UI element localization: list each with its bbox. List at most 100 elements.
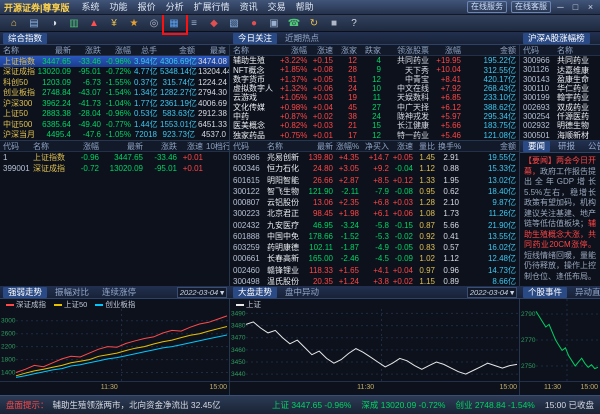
- funds-icon[interactable]: ¥: [104, 16, 124, 31]
- tab-5[interactable]: 资讯: [236, 1, 262, 13]
- table-row[interactable]: 000807云铝股份13.06+2.35+6.8+0.031.282.109.8…: [230, 197, 519, 208]
- online-support-link[interactable]: 在线客服: [511, 1, 551, 13]
- column-header[interactable]: 涨跌: [74, 45, 104, 56]
- tab-0[interactable]: 要闻: [523, 141, 550, 152]
- tab-4[interactable]: 扩展行情: [190, 1, 234, 13]
- tab-0[interactable]: 沪深A股涨幅榜: [523, 33, 590, 44]
- column-header[interactable]: 名称: [0, 45, 36, 56]
- column-header[interactable]: 净买入: [362, 141, 392, 152]
- column-header[interactable]: 领涨股票: [384, 45, 432, 56]
- column-header[interactable]: 金额: [464, 45, 519, 56]
- left-date-select[interactable]: 2022-03-04▾: [177, 287, 227, 298]
- column-header[interactable]: 涨速: [180, 141, 206, 152]
- column-header[interactable]: 涨家: [336, 45, 360, 56]
- help-icon[interactable]: ?: [344, 16, 364, 31]
- column-header[interactable]: 金额: [160, 45, 198, 56]
- monitor-icon[interactable]: ◎: [144, 16, 164, 31]
- tab-0[interactable]: 强弱走势: [3, 287, 47, 298]
- column-header[interactable]: 名称: [230, 45, 280, 56]
- column-header[interactable]: 最新: [102, 141, 146, 152]
- alert-icon[interactable]: ◆: [204, 16, 224, 31]
- table-row[interactable]: 300498温氏股份20.35+1.24+3.8+0.021.150.898.6…: [230, 276, 519, 286]
- table-row[interactable]: 002432九安医疗46.95-3.24-5.8-0.150.875.6621.…: [230, 220, 519, 231]
- column-header[interactable]: 代码: [520, 45, 554, 56]
- table-row[interactable]: 深证成指13020.09-95.01-0.72%4.77亿5348.14亿132…: [0, 67, 229, 78]
- tab-1[interactable]: 功能: [106, 1, 132, 13]
- table-row[interactable]: 399001深证成指-0.7213020.09-95.01+0.01: [0, 163, 229, 174]
- table-row[interactable]: 沪深当月4495.4-47.6-1.05%72018923.73亿4537.0: [0, 130, 229, 141]
- column-header[interactable]: 涨速: [392, 141, 416, 152]
- tab-1[interactable]: 研报: [553, 141, 580, 152]
- tab-0[interactable]: 大盘走势: [233, 287, 277, 298]
- column-header[interactable]: 最高: [198, 45, 229, 56]
- updown-icon[interactable]: ▲: [84, 16, 104, 31]
- tab-0[interactable]: 综合指数: [3, 33, 47, 44]
- column-header[interactable]: 10档行情: [206, 141, 229, 152]
- table-row[interactable]: 科创501203.09-6.73-1.55%0.37亿315.74亿1224.2…: [0, 77, 229, 88]
- sector-grid-icon[interactable]: ▦: [164, 16, 184, 31]
- column-header[interactable]: 代码: [230, 141, 264, 152]
- column-header[interactable]: 最新: [306, 141, 336, 152]
- tab-2[interactable]: 连续涨停: [97, 287, 141, 298]
- online-service-link[interactable]: 在线服务: [467, 1, 507, 13]
- minimize-icon[interactable]: ─: [555, 2, 566, 13]
- table-row[interactable]: 上证502883.38-28.04-0.96%0.53亿583.63亿2912.…: [0, 109, 229, 120]
- column-header[interactable]: 跌家: [360, 45, 384, 56]
- home-icon[interactable]: ⌂: [4, 16, 24, 31]
- column-header[interactable]: 涨幅: [432, 45, 464, 56]
- column-header[interactable]: 总手: [134, 45, 160, 56]
- column-header[interactable]: 涨速: [310, 45, 336, 56]
- table-row[interactable]: 000661长春高新165.00-2.46-4.5-0.091.021.1212…: [230, 253, 519, 264]
- table-row[interactable]: 沪深3003962.24-41.73-1.04%1.77亿2361.19亿400…: [0, 98, 229, 109]
- tab-1[interactable]: 异动直播: [570, 287, 600, 298]
- tab-2[interactable]: 报价: [134, 1, 160, 13]
- phone-icon[interactable]: ☎: [284, 16, 304, 31]
- column-header[interactable]: 涨幅%: [336, 141, 362, 152]
- mid-date-select[interactable]: 2022-03-04▾: [467, 287, 517, 298]
- maximize-icon[interactable]: □: [570, 2, 581, 13]
- tab-0[interactable]: 个股事件: [523, 287, 567, 298]
- column-header[interactable]: 涨幅: [104, 45, 134, 56]
- index-intraday-chart[interactable]: 349034803470346034503440: [230, 309, 519, 381]
- table-row[interactable]: 创业板指2748.84-43.07-1.54%1.34亿1282.27亿2794…: [0, 88, 229, 99]
- column-header[interactable]: 涨幅: [74, 141, 102, 152]
- table-row[interactable]: 002460赣锋锂业118.33+1.65+4.1+0.040.970.9614…: [230, 265, 519, 276]
- table-row[interactable]: 中证5006385.64-49.40-0.77%1.44亿1553.01亿645…: [0, 119, 229, 130]
- tab-0[interactable]: 今日关注: [233, 33, 277, 44]
- quote-icon[interactable]: ▤: [24, 16, 44, 31]
- strength-chart[interactable]: 30002600220018001400: [0, 309, 229, 381]
- column-header[interactable]: 名称: [30, 141, 74, 152]
- column-header[interactable]: 涨幅: [280, 45, 310, 56]
- table-row[interactable]: 600346恒力石化24.80+3.05+9.2-0.041.120.8815.…: [230, 163, 519, 174]
- column-header[interactable]: 名称: [264, 141, 306, 152]
- table-row[interactable]: 300122智飞生物121.90-2.11-7.9-0.080.950.6218…: [230, 186, 519, 197]
- column-header[interactable]: 换手%: [438, 141, 462, 152]
- column-header[interactable]: 金额: [462, 141, 519, 152]
- column-header[interactable]: 涨跌: [146, 141, 180, 152]
- kline-icon[interactable]: ▥: [64, 16, 84, 31]
- trade-icon[interactable]: ●: [244, 16, 264, 31]
- table-row[interactable]: 300223北京君正98.45+1.98+6.1+0.061.081.7311.…: [230, 208, 519, 219]
- tab-1[interactable]: 近期热点: [280, 33, 324, 44]
- column-header[interactable]: 量比: [416, 141, 438, 152]
- column-header[interactable]: 代码: [0, 141, 30, 152]
- tab-2[interactable]: 公告: [583, 141, 600, 152]
- refresh-icon[interactable]: ↻: [304, 16, 324, 31]
- table-row[interactable]: 上证指数3447.65-33.46-0.96%3.94亿4306.69亿3474…: [0, 56, 229, 67]
- tab-1[interactable]: 盘中异动: [280, 287, 324, 298]
- table-row[interactable]: 603986兆易创新139.80+4.35+14.7+0.051.452.911…: [230, 152, 519, 163]
- table-row[interactable]: 1上证指数-0.963447.65-33.46+0.01: [0, 152, 229, 163]
- table-row[interactable]: 601615明阳智能26.66+2.87+8.5+0.121.331.9513.…: [230, 175, 519, 186]
- table-row[interactable]: 独家药品+0.75%+0.011712特一药业+5.46121.08亿: [230, 131, 519, 140]
- favorites-icon[interactable]: ★: [124, 16, 144, 31]
- tab-6[interactable]: 交易: [264, 1, 290, 13]
- tab-1[interactable]: 振幅对比: [50, 287, 94, 298]
- table-row[interactable]: 601888中国中免178.66-1.52-5.3-0.020.920.4113…: [230, 231, 519, 242]
- close-icon[interactable]: ×: [585, 2, 596, 13]
- mini-chart[interactable]: 279027702750: [520, 299, 600, 381]
- tab-3[interactable]: 分析: [162, 1, 188, 13]
- calc-icon[interactable]: ▣: [264, 16, 284, 31]
- column-header[interactable]: 名称: [554, 45, 598, 56]
- tab-0[interactable]: 系统: [78, 1, 104, 13]
- tab-7[interactable]: 帮助: [292, 1, 318, 13]
